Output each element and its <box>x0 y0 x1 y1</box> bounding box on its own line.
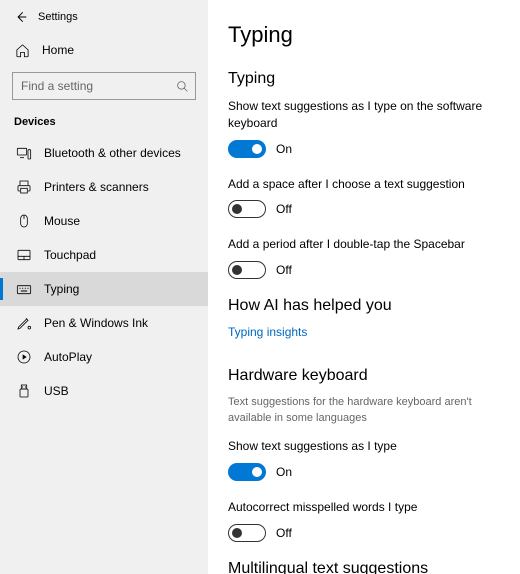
sidebar-item-label: USB <box>44 384 69 398</box>
toggle-autocorrect[interactable] <box>228 524 266 542</box>
home-label: Home <box>42 43 74 57</box>
autoplay-icon <box>16 349 32 365</box>
sidebar-item-printers[interactable]: Printers & scanners <box>0 170 208 204</box>
section-heading-ai: How AI has helped you <box>228 297 498 315</box>
sidebar-item-label: Bluetooth & other devices <box>44 146 181 160</box>
typing-insights-link[interactable]: Typing insights <box>228 325 307 339</box>
sidebar-item-typing[interactable]: Typing <box>0 272 208 306</box>
pen-icon <box>16 315 32 331</box>
toggle-add-space[interactable] <box>228 200 266 218</box>
sidebar-item-touchpad[interactable]: Touchpad <box>0 238 208 272</box>
sidebar-item-label: Typing <box>44 282 79 296</box>
toggle-state: Off <box>276 526 292 540</box>
printer-icon <box>16 179 32 195</box>
toggle-state: Off <box>276 202 292 216</box>
toggle-add-period[interactable] <box>228 261 266 279</box>
devices-icon <box>16 145 32 161</box>
section-desc: Text suggestions for the hardware keyboa… <box>228 395 498 426</box>
sidebar-item-bluetooth[interactable]: Bluetooth & other devices <box>0 136 208 170</box>
sidebar-item-usb[interactable]: USB <box>0 374 208 408</box>
page-title: Typing <box>228 22 498 48</box>
section-heading-typing: Typing <box>228 70 498 88</box>
search-icon <box>176 80 189 93</box>
setting-label: Show text suggestions as I type on the s… <box>228 98 498 132</box>
toggle-hw-suggestions[interactable] <box>228 463 266 481</box>
app-label: Settings <box>38 11 78 23</box>
toggle-state: On <box>276 465 292 479</box>
nav-group-header: Devices <box>0 110 208 136</box>
search-input[interactable] <box>21 79 187 93</box>
sidebar-item-mouse[interactable]: Mouse <box>0 204 208 238</box>
sidebar-item-label: AutoPlay <box>44 350 92 364</box>
sidebar: Settings Home Devices Bluetooth & other … <box>0 0 208 574</box>
toggle-state: Off <box>276 263 292 277</box>
sidebar-item-label: Pen & Windows Ink <box>44 316 148 330</box>
section-heading-multilingual: Multilingual text suggestions <box>228 560 498 574</box>
sidebar-item-label: Mouse <box>44 214 80 228</box>
search-box[interactable] <box>12 72 196 100</box>
keyboard-icon <box>16 281 32 297</box>
section-heading-hardware: Hardware keyboard <box>228 367 498 385</box>
home-icon <box>14 42 30 58</box>
setting-label: Show text suggestions as I type <box>228 438 498 455</box>
main-content: Typing Typing Show text suggestions as I… <box>208 0 520 574</box>
toggle-state: On <box>276 142 292 156</box>
mouse-icon <box>16 213 32 229</box>
home-nav[interactable]: Home <box>0 34 208 66</box>
sidebar-item-pen[interactable]: Pen & Windows Ink <box>0 306 208 340</box>
usb-icon <box>16 383 32 399</box>
sidebar-item-autoplay[interactable]: AutoPlay <box>0 340 208 374</box>
toggle-software-suggestions[interactable] <box>228 140 266 158</box>
sidebar-item-label: Touchpad <box>44 248 96 262</box>
setting-label: Autocorrect misspelled words I type <box>228 499 498 516</box>
touchpad-icon <box>16 247 32 263</box>
search-wrap <box>0 66 208 110</box>
setting-label: Add a space after I choose a text sugges… <box>228 176 498 193</box>
setting-label: Add a period after I double-tap the Spac… <box>228 236 498 253</box>
back-button[interactable] <box>14 10 28 24</box>
sidebar-item-label: Printers & scanners <box>44 180 149 194</box>
title-bar: Settings <box>0 6 208 34</box>
